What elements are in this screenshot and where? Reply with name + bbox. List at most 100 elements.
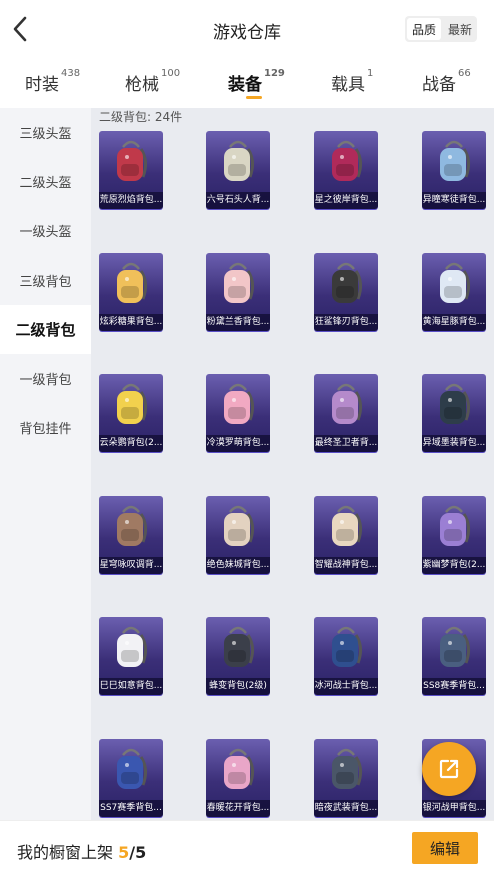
showcase-total: 5 <box>135 843 147 862</box>
backpack-icon <box>117 140 148 181</box>
backpack-card[interactable]: 荒原烈焰背包... <box>99 131 163 209</box>
backpack-name: 星穹咏叹调背... <box>99 556 163 574</box>
backpack-card[interactable]: 暗夜武装背包... <box>314 739 378 817</box>
backpack-name: 最终圣卫者背... <box>314 435 378 453</box>
backpack-card[interactable]: 星穹咏叹调背... <box>99 495 163 574</box>
backpack-name: 异瞳寒徒背包... <box>422 192 486 209</box>
sidebar-item-backpack-pendant[interactable]: 背包挂件 <box>0 403 91 452</box>
backpack-card[interactable]: 炫彩糖果背包... <box>99 252 163 331</box>
sidebar-item-level3-backpack[interactable]: 三级背包 <box>0 256 91 305</box>
tab-count: 129 <box>264 68 285 79</box>
backpack-card[interactable]: 巳巳如意背包... <box>99 617 163 696</box>
tab-vehicles[interactable]: 载具1 <box>331 68 374 95</box>
tab-count: 100 <box>161 68 181 79</box>
backpack-card[interactable]: 六号石头人背... <box>206 131 270 209</box>
header: 游戏仓库 品质 最新 <box>0 0 494 60</box>
item-count-label: 二级背包: 24件 <box>99 110 183 124</box>
tab-count: 1 <box>367 68 374 79</box>
backpack-name: 智耀战神背包... <box>314 556 378 574</box>
footer-bar: 我的橱窗上架 5/5 编辑 <box>0 820 494 876</box>
backpack-name: 暗夜武装背包... <box>314 800 378 817</box>
showcase-label: 我的橱窗上架 <box>17 843 114 862</box>
backpack-card[interactable]: 绝色妹城背包... <box>206 495 270 574</box>
tab-label: 时装 <box>25 75 59 95</box>
backpack-icon <box>117 383 148 425</box>
tab-count: 66 <box>458 68 471 79</box>
backpack-icon <box>224 748 255 789</box>
backpack-name: 绝色妹城背包... <box>206 556 270 574</box>
sidebar-item-level2-helmet[interactable]: 二级头盔 <box>0 157 91 206</box>
backpack-icon <box>117 262 148 303</box>
tab-equipment[interactable]: 装备129 <box>228 68 285 95</box>
sidebar-item-level3-helmet[interactable]: 三级头盔 <box>0 108 91 157</box>
backpack-card[interactable]: 最终圣卫者背... <box>314 374 378 453</box>
backpack-name: 炫彩糖果背包... <box>99 313 163 331</box>
item-panel: 二级背包: 24件 荒原烈焰背包... 六号石头人背... 星之彼岸背包... 异瞳寒… <box>91 108 494 820</box>
tab-guns[interactable]: 枪械100 <box>125 68 181 95</box>
tab-supplies[interactable]: 战备66 <box>422 68 471 95</box>
backpack-card[interactable]: 紫幽梦背包(2... <box>422 495 486 574</box>
backpack-card[interactable]: 星之彼岸背包... <box>314 131 378 209</box>
share-button[interactable] <box>422 742 476 796</box>
category-tabs: 时装438 枪械100 装备129 载具1 战备66 <box>0 62 494 106</box>
sort-toggle: 品质 最新 <box>405 16 477 42</box>
backpack-icon <box>224 505 255 546</box>
edit-button[interactable]: 编辑 <box>412 832 478 864</box>
backpack-card[interactable]: 春暖花开背包... <box>206 739 270 817</box>
tab-label: 战备 <box>422 75 456 95</box>
sidebar-item-level2-backpack[interactable]: 二级背包 <box>0 304 91 354</box>
share-out-icon <box>439 759 459 779</box>
backpack-icon <box>332 262 363 303</box>
backpack-card[interactable]: 云朵鹦背包(2... <box>99 374 163 453</box>
backpack-name: 粉黛兰香背包... <box>206 313 270 331</box>
backpack-icon <box>332 383 363 425</box>
backpack-name: 冷漠罗萌背包... <box>206 435 270 453</box>
tab-count: 438 <box>61 68 81 79</box>
backpack-name: 黄海星豚背包... <box>422 313 486 331</box>
backpack-icon <box>224 627 255 668</box>
tab-fashion[interactable]: 时装438 <box>25 68 81 95</box>
backpack-name: 异域墨装背包... <box>422 435 486 453</box>
backpack-icon <box>440 383 471 425</box>
sidebar: 三级头盔 二级头盔 一级头盔 三级背包 二级背包 一级背包 背包挂件 <box>0 108 91 820</box>
sort-option-latest[interactable]: 最新 <box>443 16 477 42</box>
backpack-name: 狂鲨锋刃背包... <box>314 313 378 331</box>
sidebar-item-level1-backpack[interactable]: 一级背包 <box>0 354 91 403</box>
backpack-card[interactable]: 智耀战神背包... <box>314 495 378 574</box>
backpack-name: 荒原烈焰背包... <box>99 192 163 209</box>
backpack-card[interactable]: SS7赛季背包... <box>99 739 163 817</box>
sort-option-quality[interactable]: 品质 <box>407 18 441 40</box>
backpack-card[interactable]: 蜂变背包(2级) <box>206 617 270 696</box>
tab-label: 枪械 <box>125 75 159 95</box>
showcase-current: 5 <box>118 843 130 862</box>
tab-label: 装备 <box>228 75 262 95</box>
backpack-name: 银河战甲背包... <box>422 800 486 817</box>
backpack-card[interactable]: 粉黛兰香背包... <box>206 252 270 331</box>
backpack-icon <box>440 262 471 303</box>
backpack-icon <box>117 505 148 546</box>
backpack-icon <box>224 140 255 181</box>
backpack-name: 巳巳如意背包... <box>99 678 163 696</box>
backpack-card[interactable]: 黄海星豚背包... <box>422 252 486 331</box>
active-tab-indicator <box>246 96 262 99</box>
backpack-icon <box>332 748 363 789</box>
tab-label: 载具 <box>331 75 365 95</box>
backpack-icon <box>224 383 255 425</box>
backpack-icon <box>332 505 363 546</box>
backpack-card[interactable]: 异瞳寒徒背包... <box>422 131 486 209</box>
backpack-icon <box>332 627 363 668</box>
backpack-name: 冰河战士背包... <box>314 678 378 696</box>
backpack-icon <box>117 627 148 668</box>
backpack-icon <box>224 262 255 303</box>
backpack-name: 六号石头人背... <box>206 192 270 209</box>
backpack-card[interactable]: 狂鲨锋刃背包... <box>314 252 378 331</box>
sidebar-item-level1-helmet[interactable]: 一级头盔 <box>0 206 91 255</box>
backpack-icon <box>332 140 363 181</box>
backpack-name: 紫幽梦背包(2... <box>422 556 486 574</box>
backpack-card[interactable]: 冰河战士背包... <box>314 617 378 696</box>
backpack-card[interactable]: 冷漠罗萌背包... <box>206 374 270 453</box>
backpack-icon <box>117 748 148 789</box>
backpack-name: 春暖花开背包... <box>206 800 270 817</box>
backpack-card[interactable]: SS8赛季背包... <box>422 617 486 696</box>
backpack-card[interactable]: 异域墨装背包... <box>422 374 486 453</box>
